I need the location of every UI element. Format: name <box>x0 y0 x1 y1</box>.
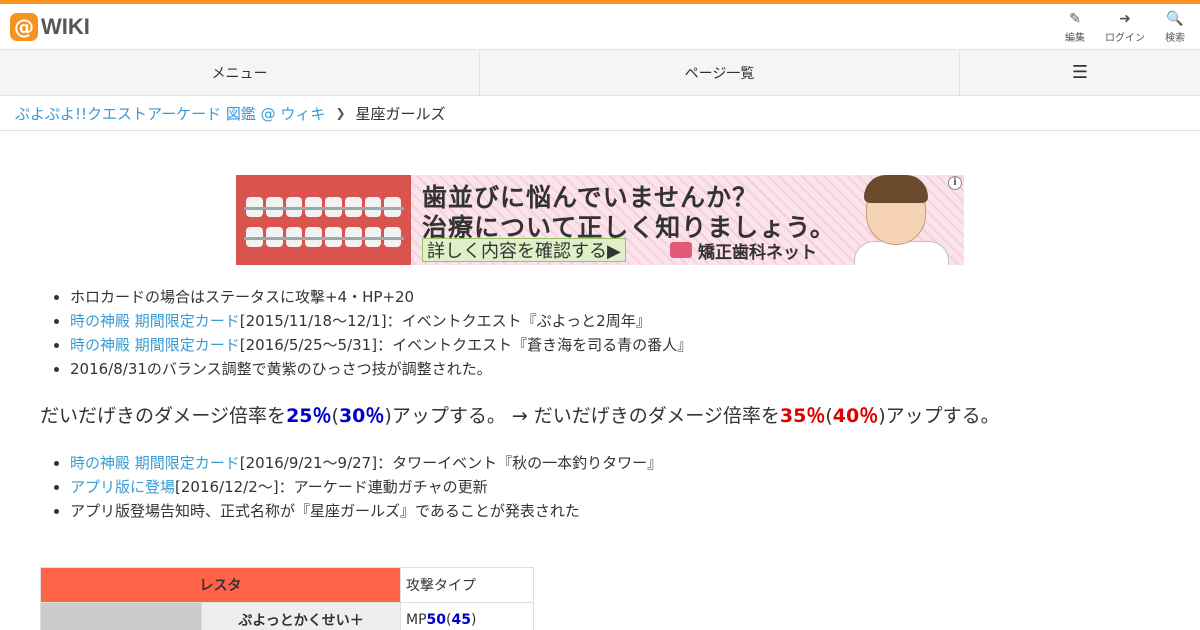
logo-text: WIKI <box>41 14 90 39</box>
ad-cta-button[interactable]: 詳しく内容を確認する▶ <box>422 238 626 262</box>
limited-card-link[interactable]: 時の神殿 期間限定カード <box>70 454 240 472</box>
notes-list: ホロカードの場合はステータスに攻撃+4・HP+20 時の神殿 期間限定カード[2… <box>53 285 693 381</box>
balance-prefix: だいだげきのダメージ倍率を <box>40 405 287 427</box>
list-item: 時の神殿 期間限定カード[2015/11/18～12/1]：イベントクエスト『ぷ… <box>53 309 692 333</box>
list-item: 時の神殿 期間限定カード[2016/9/21～9/27]：タワーイベント『秋の一… <box>53 451 663 475</box>
search-label: 検索 <box>1165 33 1185 44</box>
ad-brand-logo-icon <box>670 242 692 258</box>
old-rate: 25％ <box>286 405 332 427</box>
balance-suffix: アップする。 <box>885 405 1000 427</box>
card-type-cell: 攻撃タイプ <box>400 567 534 603</box>
site-logo[interactable]: @ WIKI <box>10 13 90 41</box>
advertisement-banner[interactable]: 歯並びに悩んでいませんか？ 治療について正しく知りましょう。 詳しく内容を確認す… <box>236 175 964 265</box>
card-stats-table: レスタ 攻撃タイプ ぷよっとかくせい＋ MP50(45) <box>40 567 534 630</box>
ad-brand-name: 矯正歯科ネット <box>698 242 817 263</box>
edit-label: 編集 <box>1065 33 1085 44</box>
nav-page-list[interactable]: ページ一覧 <box>480 50 960 95</box>
skill-mp-cell: MP50(45) <box>400 602 534 630</box>
mp-value-alt: 45 <box>451 612 471 628</box>
ad-info-icon[interactable]: i <box>948 176 962 190</box>
list-item: ホロカードの場合はステータスに攻撃+4・HP+20 <box>53 285 692 309</box>
chevron-right-icon: ❯ <box>335 106 346 120</box>
old-rate-alt: 30％ <box>338 405 385 427</box>
paren-close: ) <box>470 612 477 628</box>
table-row: レスタ 攻撃タイプ <box>40 567 534 603</box>
skill-name-cell: ぷよっとかくせい＋ <box>201 602 401 630</box>
limited-card-link[interactable]: 時の神殿 期間限定カード <box>70 336 240 354</box>
app-version-link[interactable]: アプリ版に登場 <box>70 478 175 496</box>
hamburger-menu-icon[interactable]: ☰ <box>960 50 1200 95</box>
new-rate-alt: 40％ <box>832 405 879 427</box>
list-item-text: [2015/11/18～12/1]：イベントクエスト『ぷよっと2周年』 <box>239 312 651 330</box>
breadcrumb-current-page: 星座ガールズ <box>355 104 446 123</box>
ad-doctor-illustration <box>854 175 949 265</box>
paren-close: ) <box>384 405 392 427</box>
list-item: アプリ版に登場[2016/12/2～]：アーケード連動ガチャの更新 <box>53 475 662 499</box>
main-nav: メニュー ページ一覧 ☰ <box>0 50 1200 96</box>
pencil-icon: ✎ <box>1069 11 1081 27</box>
new-rate: 35％ <box>779 405 826 427</box>
list-item: アプリ版登場告知時、正式名称が『星座ガールズ』であることが発表された <box>53 499 662 523</box>
mp-value: 50 <box>426 612 447 628</box>
balance-mid: アップする。 → だいだげきのダメージ倍率を <box>391 405 780 427</box>
login-button[interactable]: ➜ ログイン <box>1100 10 1150 46</box>
list-item-text: [2016/12/2～]：アーケード連動ガチャの更新 <box>175 478 488 496</box>
list-item: 時の神殿 期間限定カード[2016/5/25～5/31]：イベントクエスト『蒼き… <box>53 333 693 357</box>
breadcrumb-site-link[interactable]: ぷよぷよ!!クエストアーケード 図鑑 @ ウィキ <box>15 103 325 124</box>
breadcrumb: ぷよぷよ!!クエストアーケード 図鑑 @ ウィキ ❯ 星座ガールズ <box>0 96 1200 131</box>
nav-menu[interactable]: メニュー <box>0 50 480 95</box>
paren-close: ) <box>878 405 886 427</box>
logo-at-icon: @ <box>10 13 38 41</box>
table-row: ぷよっとかくせい＋ MP50(45) <box>40 602 534 630</box>
limited-card-link[interactable]: 時の神殿 期間限定カード <box>70 312 240 330</box>
paren-open: ( <box>331 405 339 427</box>
ad-teeth-image <box>236 175 411 265</box>
history-list: 時の神殿 期間限定カード[2016/9/21～9/27]：タワーイベント『秋の一… <box>53 451 663 523</box>
balance-change-text: だいだげきのダメージ倍率を25％(30％)アップする。 → だいだげきのダメージ… <box>40 403 1000 429</box>
site-header: @ WIKI ✎ 編集 ➜ ログイン 🔍 検索 <box>0 4 1200 50</box>
sign-in-icon: ➜ <box>1119 11 1131 27</box>
edit-button[interactable]: ✎ 編集 <box>1050 10 1100 46</box>
list-item-text: [2016/9/21～9/27]：タワーイベント『秋の一本釣りタワー』 <box>239 454 663 472</box>
search-icon: 🔍 <box>1166 11 1184 27</box>
paren-open: ( <box>825 405 833 427</box>
list-item-text: ホロカードの場合はステータスに攻撃+4・HP+20 <box>70 288 415 306</box>
ad-brand: 矯正歯科ネット <box>670 238 817 263</box>
list-item: 2016/8/31のバランス調整で黄紫のひっさつ技が調整された。 <box>53 357 692 381</box>
list-item-text: [2016/5/25～5/31]：イベントクエスト『蒼き海を司る青の番人』 <box>239 336 693 354</box>
search-button[interactable]: 🔍 検索 <box>1150 10 1200 46</box>
mp-label: MP <box>406 612 427 628</box>
login-label: ログイン <box>1105 33 1145 44</box>
list-item-text: 2016/8/31のバランス調整で黄紫のひっさつ技が調整された。 <box>70 360 492 378</box>
list-item-text: アプリ版登場告知時、正式名称が『星座ガールズ』であることが発表された <box>70 502 580 520</box>
card-name-cell: レスタ <box>40 567 401 603</box>
empty-cell <box>40 602 202 630</box>
